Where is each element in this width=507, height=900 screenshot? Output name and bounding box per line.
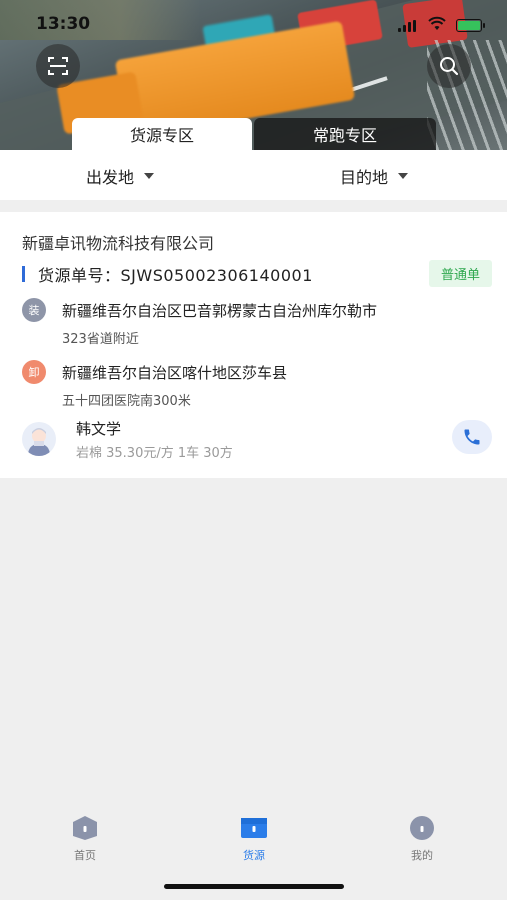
contact-row: 韩文学 岩棉 35.30元/方 1车 30方 <box>22 418 492 461</box>
goods-listing-card[interactable]: 新疆卓讯物流科技有限公司 货源单号：SJWS05002306140001 普通单… <box>0 212 507 478</box>
status-time: 13:30 <box>36 14 91 34</box>
load-address: 新疆维吾尔自治区巴音郭楞蒙古自治州库尔勒市 <box>62 302 378 320</box>
scan-button[interactable] <box>36 44 80 88</box>
caret-down-icon <box>144 173 155 179</box>
order-accent-bar <box>22 266 25 282</box>
avatar <box>22 422 56 456</box>
order-row: 货源单号：SJWS05002306140001 普通单 <box>22 260 492 287</box>
nav-goods[interactable]: 货源 <box>224 815 284 863</box>
origin-filter-label: 出发地 <box>86 168 135 187</box>
scan-icon <box>48 57 68 75</box>
origin-filter[interactable]: 出发地 <box>86 164 155 188</box>
tab-regular-zone[interactable]: 常跑专区 <box>254 118 436 150</box>
nav-home-label: 首页 <box>74 849 96 862</box>
battery-icon <box>456 19 485 32</box>
unload-address: 新疆维吾尔自治区喀什地区莎车县 <box>62 364 288 382</box>
home-indicator <box>164 884 344 889</box>
search-button[interactable] <box>427 44 471 88</box>
zone-tabs: 货源专区 常跑专区 <box>72 118 436 150</box>
status-bar: 13:30 <box>0 0 507 48</box>
nav-mine[interactable]: 我的 <box>392 815 452 863</box>
cargo-description: 岩棉 35.30元/方 1车 30方 <box>76 446 233 461</box>
wifi-icon <box>428 16 446 32</box>
nav-goods-label: 货源 <box>243 849 265 862</box>
phone-icon <box>464 429 480 445</box>
home-icon <box>73 816 97 840</box>
destination-filter-label: 目的地 <box>340 168 389 187</box>
load-detail: 323省道附近 <box>62 332 139 347</box>
load-tag: 装 <box>22 298 46 322</box>
tab-goods-zone[interactable]: 货源专区 <box>72 118 252 150</box>
call-button[interactable] <box>452 420 492 454</box>
profile-icon <box>410 816 434 840</box>
order-type-badge: 普通单 <box>428 260 492 287</box>
signal-icon <box>398 20 416 32</box>
unload-detail: 五十四团医院南300米 <box>62 394 191 409</box>
company-name: 新疆卓讯物流科技有限公司 <box>22 234 215 253</box>
search-icon <box>440 57 459 76</box>
goods-icon <box>241 818 267 838</box>
unload-tag: 卸 <box>22 360 46 384</box>
order-number: 货源单号：SJWS05002306140001 <box>38 266 313 285</box>
nav-mine-label: 我的 <box>411 849 433 862</box>
destination-filter[interactable]: 目的地 <box>340 164 409 188</box>
nav-home[interactable]: 首页 <box>55 815 115 863</box>
filter-bar: 出发地 目的地 <box>0 150 507 200</box>
contact-name: 韩文学 <box>76 420 122 438</box>
caret-down-icon <box>398 173 409 179</box>
